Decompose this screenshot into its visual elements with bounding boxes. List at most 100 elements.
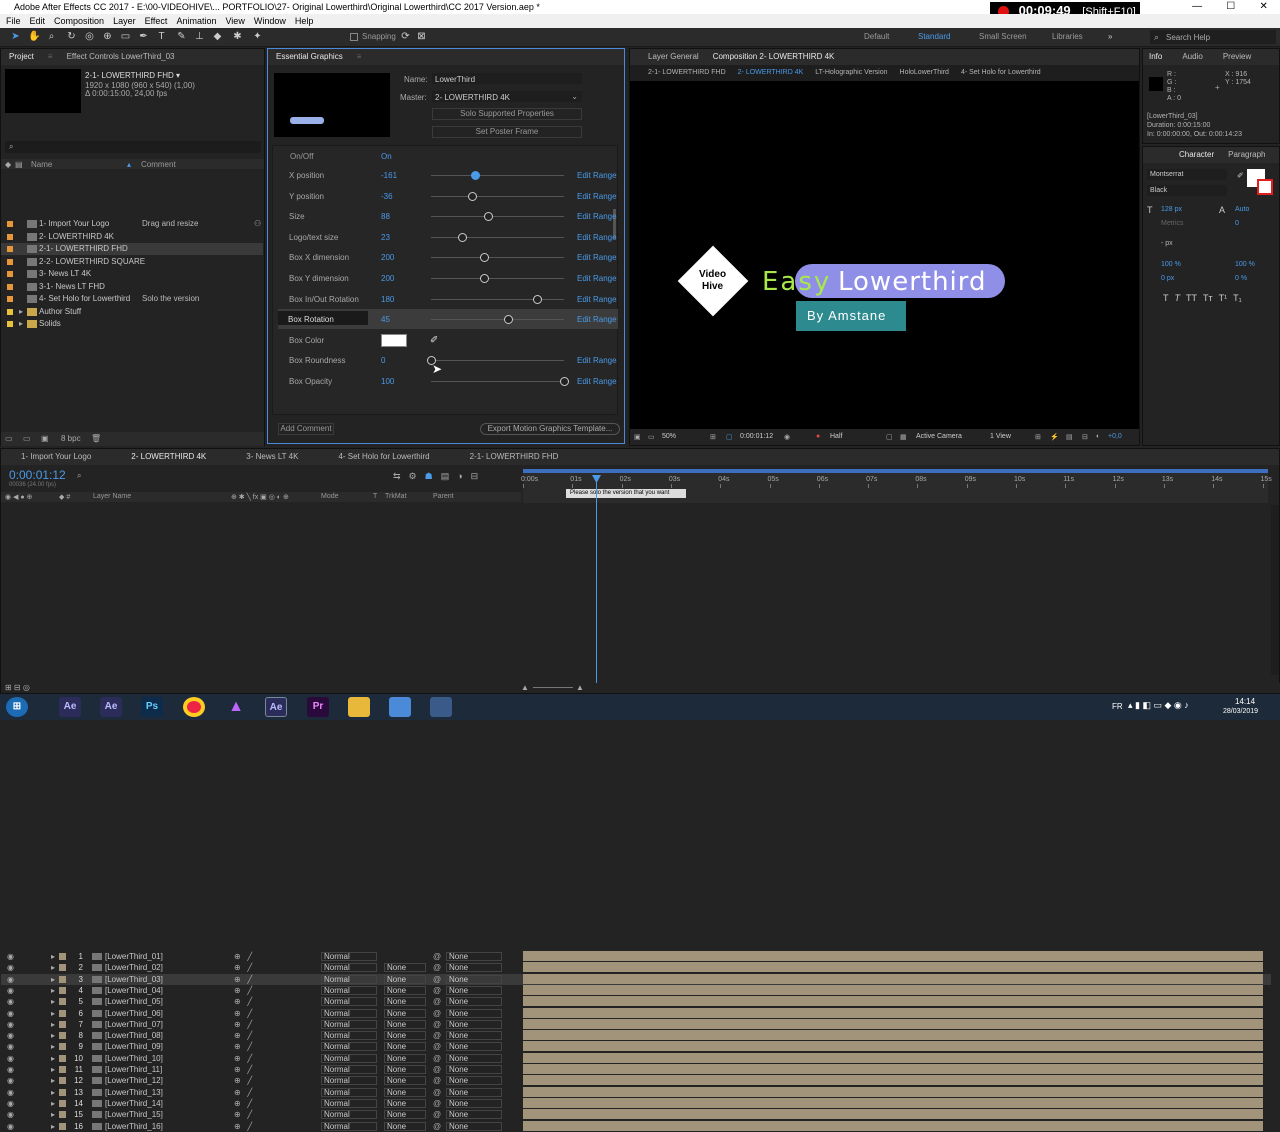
layer-trkmat-select[interactable]: None xyxy=(384,1110,426,1120)
layer-name[interactable]: [LowerThird_10] xyxy=(105,1053,163,1064)
eg-name-field[interactable]: LowerThird xyxy=(432,73,582,84)
name-column-header[interactable]: Name xyxy=(31,160,52,169)
eg-slider-track[interactable] xyxy=(431,236,564,238)
current-time-indicator[interactable] xyxy=(596,477,597,683)
tab-character[interactable]: Character xyxy=(1179,147,1214,163)
flowchart-icon[interactable]: ⚇ xyxy=(254,218,261,230)
layer-name[interactable]: [LowerThird_08] xyxy=(105,1030,163,1041)
label-color[interactable] xyxy=(7,296,13,302)
subscript-icon[interactable]: T₁ xyxy=(1233,293,1242,305)
timeline-layer-row[interactable]: ◉ ▸ 10 [LowerThird_10] ⊕ ╱ Normal None @ None xyxy=(1,1052,1271,1064)
workspace-small-screen[interactable]: Small Screen xyxy=(979,32,1027,41)
timeline-layer-row[interactable]: ◉ ▸ 5 [LowerThird_05] ⊕ ╱ Normal None @ None xyxy=(1,996,1271,1007)
layer-parent-select[interactable]: None xyxy=(446,1110,502,1120)
timeline-layer-row[interactable]: ◉ ▸ 12 [LowerThird_12] ⊕ ╱ Normal None @ None xyxy=(1,1075,1271,1086)
breadcrumb-item[interactable]: 2-1- LOWERTHIRD FHD xyxy=(648,65,726,81)
visibility-eye-icon[interactable]: ◉ xyxy=(7,1121,14,1132)
clock-date[interactable]: 28/03/2019 xyxy=(1223,708,1258,715)
solo-properties-button[interactable]: Solo Supported Properties xyxy=(432,108,582,120)
layer-parent-select[interactable]: None xyxy=(446,1008,502,1018)
project-search-input[interactable]: ⌕ xyxy=(5,141,261,153)
layer-trkmat-select[interactable]: None xyxy=(384,1019,426,1029)
faux-bold-icon[interactable]: T xyxy=(1163,293,1169,305)
snap-option-icon[interactable]: ⊠ xyxy=(416,31,427,42)
delete-icon[interactable]: 🗑 xyxy=(91,434,101,443)
eg-property-value[interactable]: -161 xyxy=(381,171,397,180)
label-color[interactable] xyxy=(7,233,13,240)
layer-name[interactable]: [LowerThird_14] xyxy=(105,1098,163,1109)
timeline-layer-row[interactable]: ◉ ▸ 8 [LowerThird_08] ⊕ ╱ Normal None @ None xyxy=(1,1030,1271,1041)
eg-property-value[interactable]: 200 xyxy=(381,253,394,262)
layer-label-color[interactable] xyxy=(59,998,66,1006)
timeline-layer-row[interactable]: ◉ ▸ 9 [LowerThird_09] ⊕ ╱ Normal None @ None xyxy=(1,1041,1271,1052)
layer-name[interactable]: [LowerThird_07] xyxy=(105,1019,163,1030)
language-indicator[interactable]: FR xyxy=(1112,702,1123,711)
visibility-eye-icon[interactable]: ◉ xyxy=(7,1087,14,1098)
baseline-shift-value[interactable]: 0 px xyxy=(1161,275,1174,282)
timeline-layer-row[interactable]: ◉ ▸ 13 [LowerThird_13] ⊕ ╱ Normal None @ None xyxy=(1,1086,1271,1098)
visibility-eye-icon[interactable]: ◉ xyxy=(7,962,14,973)
layer-label-color[interactable] xyxy=(59,953,66,960)
layer-duration-bar[interactable] xyxy=(523,1030,1263,1041)
pickwhip-icon[interactable]: @ xyxy=(433,1030,441,1041)
eg-menu-icon[interactable]: ≡ xyxy=(357,49,362,65)
layer-mode-select[interactable]: Normal xyxy=(321,1053,377,1063)
resolution-select[interactable]: Half xyxy=(830,433,842,440)
timeline-tab[interactable]: 3- News LT 4K xyxy=(246,449,298,465)
layer-label-color[interactable] xyxy=(59,1032,66,1040)
layer-trkmat-select[interactable]: None xyxy=(384,1098,426,1108)
frame-blend-icon[interactable]: ▤ xyxy=(441,471,450,483)
switch-icons[interactable]: ⊕ ╱ xyxy=(234,1019,252,1030)
comp-viewer[interactable]: Easy Lowerthird By Amstane Video Hive xyxy=(630,81,1139,429)
box-color-swatch[interactable] xyxy=(381,334,407,347)
font-style-select[interactable]: Black xyxy=(1147,185,1227,196)
clone-stamp-tool-icon[interactable]: ⊥ xyxy=(194,31,205,42)
monitor-icon[interactable]: ▭ xyxy=(648,433,655,441)
expand-arrow-icon[interactable]: ▸ xyxy=(51,1019,55,1030)
layer-trkmat-select[interactable]: None xyxy=(384,1053,426,1063)
flowchart-icon[interactable]: ⊟ xyxy=(1082,433,1088,441)
eg-slider-track[interactable] xyxy=(431,298,564,300)
layer-parent-select[interactable]: None xyxy=(446,985,502,995)
layer-mode-select[interactable]: Normal xyxy=(321,963,377,973)
app-triangle-icon[interactable]: ▲ xyxy=(225,697,247,717)
pickwhip-icon[interactable]: @ xyxy=(433,1075,441,1086)
layer-duration-bar[interactable] xyxy=(523,1041,1263,1052)
parent-header[interactable]: Parent xyxy=(433,493,454,500)
workspace-standard[interactable]: Standard xyxy=(918,32,950,41)
label-color[interactable] xyxy=(7,283,13,290)
motion-blur-icon[interactable]: ◑ xyxy=(457,471,462,483)
timeline-layer-row[interactable]: ◉ ▸ 4 [LowerThird_04] ⊕ ╱ Normal None @ None xyxy=(1,984,1271,996)
layer-duration-bar[interactable] xyxy=(523,1109,1263,1120)
kerning-value[interactable]: Metrics xyxy=(1161,220,1184,227)
mask-icon[interactable]: ▢ xyxy=(726,433,733,441)
type-tool-icon[interactable]: T xyxy=(156,31,167,42)
exposure-value[interactable]: +0,0 xyxy=(1108,433,1122,440)
timeline-tab-active[interactable]: 2- LOWERTHIRD 4K xyxy=(131,449,206,465)
small-caps-icon[interactable]: Tт xyxy=(1203,293,1213,305)
expand-arrow-icon[interactable]: ▸ xyxy=(51,1087,55,1098)
layer-label-color[interactable] xyxy=(59,1122,66,1130)
taskbar-app-pr[interactable]: Pr xyxy=(307,697,329,717)
eg-onoff-value[interactable]: On xyxy=(381,152,392,161)
layer-trkmat-select[interactable]: None xyxy=(384,997,426,1007)
eg-property-value[interactable]: 100 xyxy=(381,377,394,386)
eg-property-value[interactable]: 0 xyxy=(381,356,385,365)
layer-duration-bar[interactable] xyxy=(523,973,1263,984)
eyedropper-icon[interactable]: ✐ xyxy=(1237,171,1244,180)
tracking-value[interactable]: 0 xyxy=(1235,220,1239,227)
work-area-bar[interactable] xyxy=(523,469,1268,473)
layer-trkmat-select[interactable]: None xyxy=(384,985,426,995)
pickwhip-icon[interactable]: @ xyxy=(433,951,441,962)
layer-trkmat-select[interactable]: None xyxy=(384,1008,426,1018)
search-help-field[interactable]: ⌕ Search Help xyxy=(1150,30,1276,44)
t-header[interactable]: T xyxy=(373,493,377,500)
layer-mode-select[interactable]: Normal xyxy=(321,1019,377,1029)
switch-icons[interactable]: ⊕ ╱ xyxy=(234,1008,252,1019)
layer-label-color[interactable] xyxy=(59,964,66,972)
project-item[interactable]: ▸ Solids xyxy=(1,318,263,330)
layer-parent-select[interactable]: None xyxy=(446,1065,502,1074)
switch-icons[interactable]: ⊕ ╱ xyxy=(234,1064,252,1075)
eg-slider-track[interactable] xyxy=(431,216,564,218)
timeline-layer-row[interactable]: ◉ ▸ 3 [LowerThird_03] ⊕ ╱ Normal None @ None xyxy=(1,973,1271,985)
